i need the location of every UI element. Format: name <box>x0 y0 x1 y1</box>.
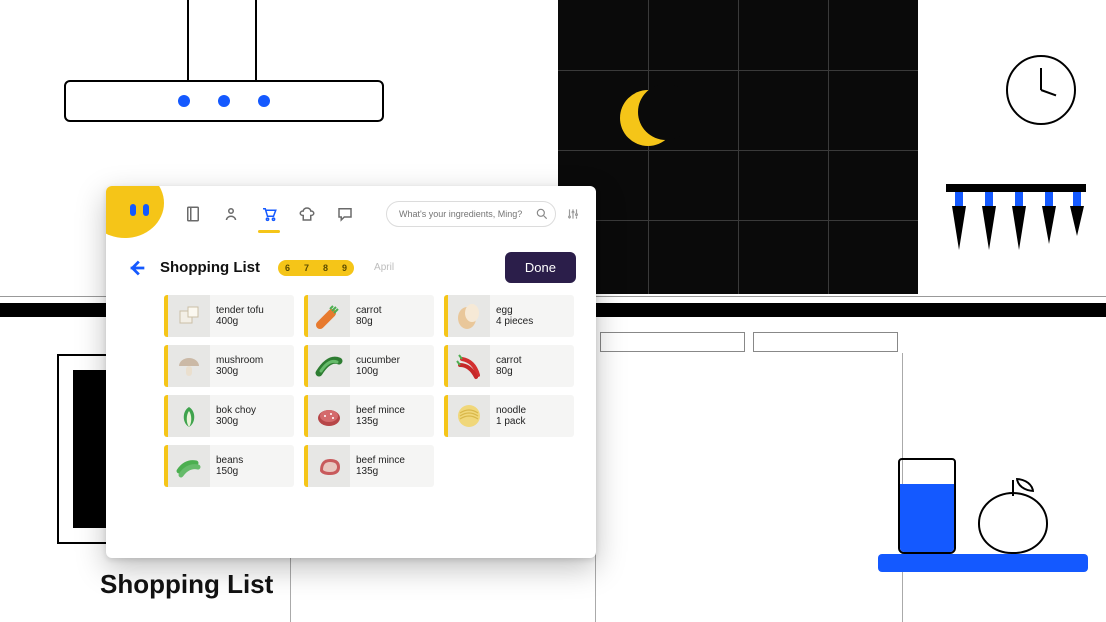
ingredient-name: egg <box>496 305 533 317</box>
knife-icon <box>1012 192 1026 250</box>
ingredient-thumbnail <box>308 445 350 487</box>
ingredient-thumbnail <box>308 345 350 387</box>
apple-icon <box>978 492 1048 554</box>
ingredient-name: beef mince <box>356 455 405 467</box>
water-glass <box>898 458 956 554</box>
ingredient-qty: 1 pack <box>496 416 526 428</box>
screen-caption: Shopping List <box>100 569 273 600</box>
shopping-grid: tender tofu400gcarrot80gegg4 piecesmushr… <box>106 289 596 503</box>
ingredient-name: carrot <box>496 355 522 367</box>
ingredient-card[interactable]: cucumber100g <box>304 345 434 387</box>
ingredient-qty: 80g <box>356 316 382 328</box>
app-window: Shopping List 6 7 8 9 April Done tender … <box>106 186 596 558</box>
knife-icon <box>982 192 996 250</box>
hood-light-dot <box>178 95 190 107</box>
ingredient-qty: 300g <box>216 416 256 428</box>
book-icon[interactable] <box>184 205 202 223</box>
moon-icon <box>620 90 676 146</box>
date-chip[interactable]: 7 <box>297 260 316 276</box>
ingredient-card[interactable]: noodle1 pack <box>444 395 574 437</box>
ingredient-name: cucumber <box>356 355 400 367</box>
done-button[interactable]: Done <box>505 252 576 283</box>
filter-icon[interactable] <box>566 207 580 221</box>
ingredient-thumbnail <box>168 345 210 387</box>
knife-icon <box>1042 192 1056 244</box>
chat-icon[interactable] <box>336 205 354 223</box>
profile-icon[interactable] <box>222 205 240 223</box>
ingredient-qty: 4 pieces <box>496 316 533 328</box>
ingredient-card[interactable]: beef mince135g <box>304 395 434 437</box>
ingredient-qty: 150g <box>216 466 243 478</box>
date-chip[interactable]: 6 <box>278 260 297 276</box>
ingredient-card[interactable]: beans150g <box>164 445 294 487</box>
ingredient-card[interactable]: beef mince135g <box>304 445 434 487</box>
ingredient-thumbnail <box>168 395 210 437</box>
ingredient-thumbnail <box>448 345 490 387</box>
ingredient-thumbnail <box>448 295 490 337</box>
ingredient-qty: 100g <box>356 366 400 378</box>
ingredient-card[interactable]: tender tofu400g <box>164 295 294 337</box>
range-hood-pipe <box>187 0 257 80</box>
ingredient-card[interactable]: carrot80g <box>444 345 574 387</box>
ingredient-qty: 400g <box>216 316 264 328</box>
back-button[interactable] <box>126 257 148 279</box>
page-title: Shopping List <box>160 259 260 276</box>
knife-icon <box>1070 192 1084 236</box>
cabinet-drawer <box>600 332 745 352</box>
ingredient-name: beans <box>216 455 243 467</box>
tray <box>878 554 1088 572</box>
app-logo-eyes <box>130 204 149 216</box>
date-chip[interactable]: 8 <box>316 260 335 276</box>
ingredient-card[interactable]: egg4 pieces <box>444 295 574 337</box>
ingredient-thumbnail <box>168 445 210 487</box>
cabinet-drawer <box>753 332 898 352</box>
ingredient-name: bok choy <box>216 405 256 417</box>
wall-clock <box>1006 55 1076 125</box>
stove-window <box>558 0 918 294</box>
hood-light-dot <box>258 95 270 107</box>
ingredient-name: beef mince <box>356 405 405 417</box>
ingredient-qty: 135g <box>356 416 405 428</box>
ingredient-qty: 80g <box>496 366 522 378</box>
ingredient-qty: 135g <box>356 466 405 478</box>
knife-rack <box>946 184 1086 192</box>
ingredient-name: carrot <box>356 305 382 317</box>
ingredient-card[interactable]: mushroom300g <box>164 345 294 387</box>
ingredient-name: noodle <box>496 405 526 417</box>
chef-hat-icon[interactable] <box>298 205 316 223</box>
ingredient-card[interactable]: bok choy300g <box>164 395 294 437</box>
date-chip[interactable]: 9 <box>335 260 354 276</box>
ingredient-name: tender tofu <box>216 305 264 317</box>
search-box[interactable] <box>386 201 556 227</box>
search-input[interactable] <box>399 209 535 219</box>
hood-light-dot <box>218 95 230 107</box>
ingredient-thumbnail <box>448 395 490 437</box>
page-header: Shopping List 6 7 8 9 April Done <box>106 242 596 289</box>
search-icon[interactable] <box>535 207 549 221</box>
ingredient-thumbnail <box>308 395 350 437</box>
month-label: April <box>374 262 394 273</box>
ingredient-thumbnail <box>168 295 210 337</box>
knife-icon <box>952 192 966 250</box>
top-bar <box>106 186 596 242</box>
ingredient-qty: 300g <box>216 366 263 378</box>
ingredient-name: mushroom <box>216 355 263 367</box>
ingredient-thumbnail <box>308 295 350 337</box>
cart-icon[interactable] <box>260 205 278 223</box>
range-hood <box>64 80 384 122</box>
ingredient-card[interactable]: carrot80g <box>304 295 434 337</box>
nav-bar <box>184 205 354 223</box>
date-chips[interactable]: 6 7 8 9 <box>278 260 354 276</box>
